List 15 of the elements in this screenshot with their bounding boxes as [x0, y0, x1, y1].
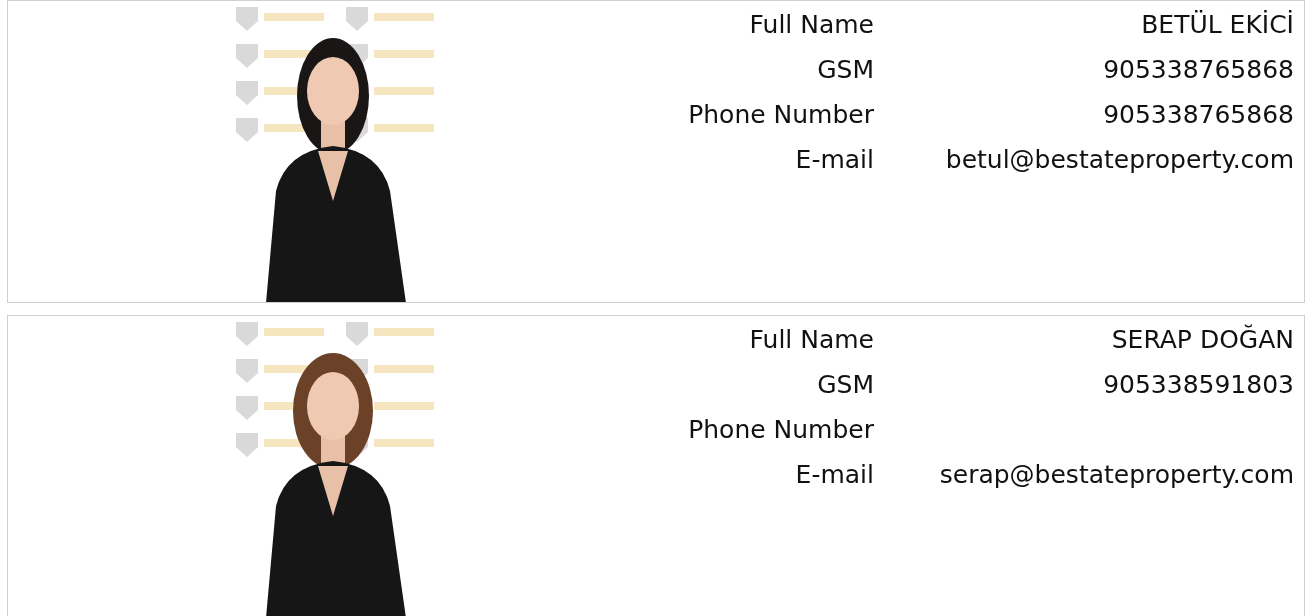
field-label: E-mail — [795, 459, 874, 491]
field-label: E-mail — [795, 144, 874, 176]
field-value: betul@bestateproperty.com — [945, 144, 1294, 176]
field-value: 905338591803 — [1103, 369, 1294, 401]
field-label: Phone Number — [688, 99, 874, 131]
field-label: Phone Number — [688, 414, 874, 446]
field-label: GSM — [817, 369, 874, 401]
field-value: BETÜL EKİCİ — [1141, 9, 1294, 41]
field-label: Full Name — [749, 9, 874, 41]
field-value: 905338765868 — [1103, 54, 1294, 86]
field-value: 905338765868 — [1103, 99, 1294, 131]
field-label: Full Name — [749, 324, 874, 356]
field-label: GSM — [817, 54, 874, 86]
field-value: serap@bestateproperty.com — [939, 459, 1294, 491]
field-value: SERAP DOĞAN — [1111, 323, 1294, 356]
